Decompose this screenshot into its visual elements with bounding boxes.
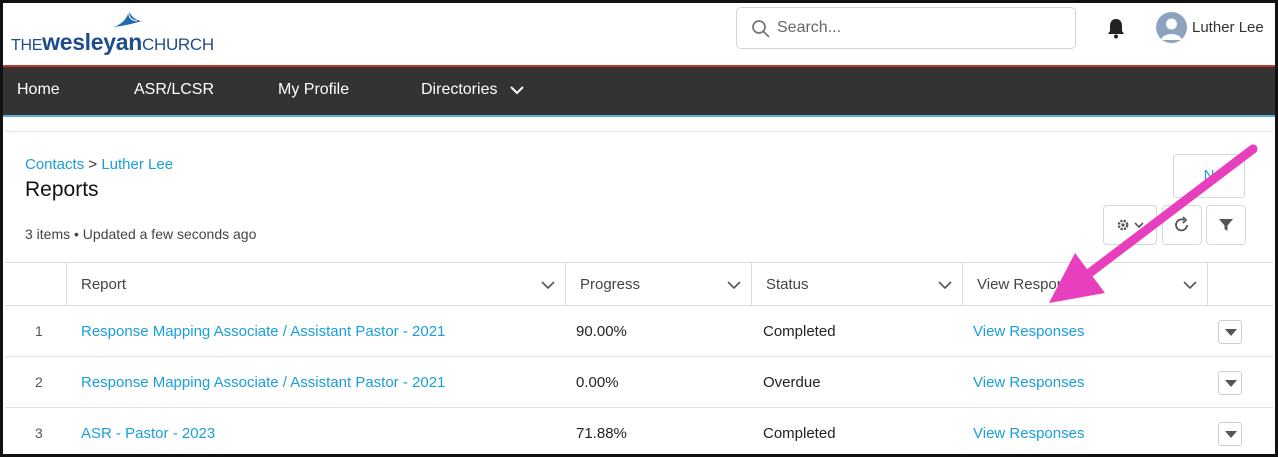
- nav-item-label: ASR/LCSR: [134, 81, 215, 98]
- list-meta-status: 3 items • Updated a few seconds ago: [25, 226, 257, 242]
- progress-value: 71.88%: [576, 425, 627, 442]
- user-name[interactable]: Luther Lee: [1192, 19, 1264, 36]
- column-header-view-responses[interactable]: View Respon: [963, 263, 1208, 306]
- chevron-down-icon: [510, 86, 524, 95]
- row-actions-button[interactable]: [1218, 422, 1242, 446]
- report-link[interactable]: Response Mapping Associate / Assistant P…: [81, 374, 445, 391]
- chevron-down-icon[interactable]: [1183, 280, 1197, 290]
- column-header-label: View Respon: [977, 276, 1066, 293]
- app-window: THEwesleyanCHURCH Luther Lee Home ASR/LC…: [0, 0, 1278, 457]
- chevron-down-icon[interactable]: [727, 280, 741, 290]
- bell-icon[interactable]: [1105, 17, 1127, 39]
- table-row: 3 ASR - Pastor - 2023 71.88% Completed V…: [5, 408, 1273, 454]
- filter-button[interactable]: [1206, 205, 1246, 245]
- column-header-label: Report: [81, 276, 127, 293]
- column-header-label: Status: [766, 276, 809, 293]
- view-responses-link[interactable]: View Responses: [973, 374, 1084, 391]
- logo-church: CHURCH: [142, 35, 214, 54]
- caret-down-icon: [1225, 380, 1237, 387]
- column-header-label: Progress: [580, 276, 641, 293]
- row-number: 3: [35, 425, 43, 441]
- nav-item-label: Directories: [421, 81, 498, 98]
- chevron-down-icon[interactable]: [541, 280, 555, 290]
- logo-wordmark: THEwesleyanCHURCH: [11, 29, 214, 56]
- table-header-index: [5, 263, 67, 306]
- view-responses-link[interactable]: View Responses: [973, 425, 1084, 442]
- progress-value: 0.00%: [576, 374, 619, 391]
- list-settings-button[interactable]: [1103, 205, 1157, 245]
- table-header-actions: [1208, 263, 1273, 306]
- nav-item-my-profile[interactable]: My Profile: [278, 81, 349, 99]
- gear-icon: [1117, 219, 1144, 231]
- search-icon: [752, 20, 770, 38]
- breadcrumb-contacts-link[interactable]: Contacts: [25, 156, 84, 173]
- view-responses-link[interactable]: View Responses: [973, 323, 1084, 340]
- column-header-status[interactable]: Status: [752, 263, 963, 306]
- row-actions-button[interactable]: [1218, 320, 1242, 344]
- progress-value: 90.00%: [576, 323, 627, 340]
- breadcrumb-separator: >: [88, 156, 98, 173]
- reports-card: Contacts > Luther Lee Reports 3 items • …: [5, 131, 1273, 454]
- status-value: Completed: [763, 323, 836, 340]
- nav-item-directories[interactable]: Directories: [421, 81, 524, 99]
- filter-icon: [1219, 219, 1233, 231]
- status-value: Overdue: [763, 374, 821, 391]
- report-link[interactable]: ASR - Pastor - 2023: [81, 425, 215, 442]
- search-input[interactable]: [777, 16, 1057, 40]
- table-row: 2 Response Mapping Associate / Assistant…: [5, 357, 1273, 408]
- chevron-down-icon[interactable]: [938, 280, 952, 290]
- breadcrumb-current-link[interactable]: Luther Lee: [101, 156, 173, 173]
- logo-the: THE: [11, 37, 43, 54]
- avatar-icon[interactable]: [1156, 12, 1187, 43]
- caret-down-icon: [1225, 329, 1237, 336]
- refresh-button[interactable]: [1162, 205, 1202, 245]
- page-title: Reports: [25, 178, 99, 201]
- breadcrumb: Contacts > Luther Lee: [25, 156, 173, 173]
- row-number: 1: [35, 323, 43, 339]
- new-button[interactable]: N: [1173, 154, 1245, 198]
- nav-item-label: My Profile: [278, 81, 350, 98]
- table-row: 1 Response Mapping Associate / Assistant…: [5, 306, 1273, 357]
- row-actions-button[interactable]: [1218, 371, 1242, 395]
- search-box[interactable]: [736, 7, 1076, 49]
- status-value: Completed: [763, 425, 836, 442]
- nav-item-asr-lcsr[interactable]: ASR/LCSR: [134, 81, 214, 99]
- caret-down-icon: [1225, 431, 1237, 438]
- table-header: Report Progress Status View Respon: [5, 262, 1273, 306]
- top-header: THEwesleyanCHURCH Luther Lee: [3, 3, 1275, 65]
- logo-flame-icon: [113, 11, 142, 27]
- refresh-icon: [1175, 216, 1188, 232]
- nav-item-label: Home: [17, 81, 60, 98]
- wesleyan-church-logo[interactable]: THEwesleyanCHURCH: [11, 11, 231, 57]
- main-nav: Home ASR/LCSR My Profile Directories: [3, 65, 1275, 117]
- column-header-progress[interactable]: Progress: [566, 263, 752, 306]
- row-number: 2: [35, 374, 43, 390]
- column-header-report[interactable]: Report: [67, 263, 566, 306]
- logo-brand: wesleyan: [42, 29, 142, 55]
- nav-item-home[interactable]: Home: [17, 81, 60, 99]
- report-link[interactable]: Response Mapping Associate / Assistant P…: [81, 323, 445, 340]
